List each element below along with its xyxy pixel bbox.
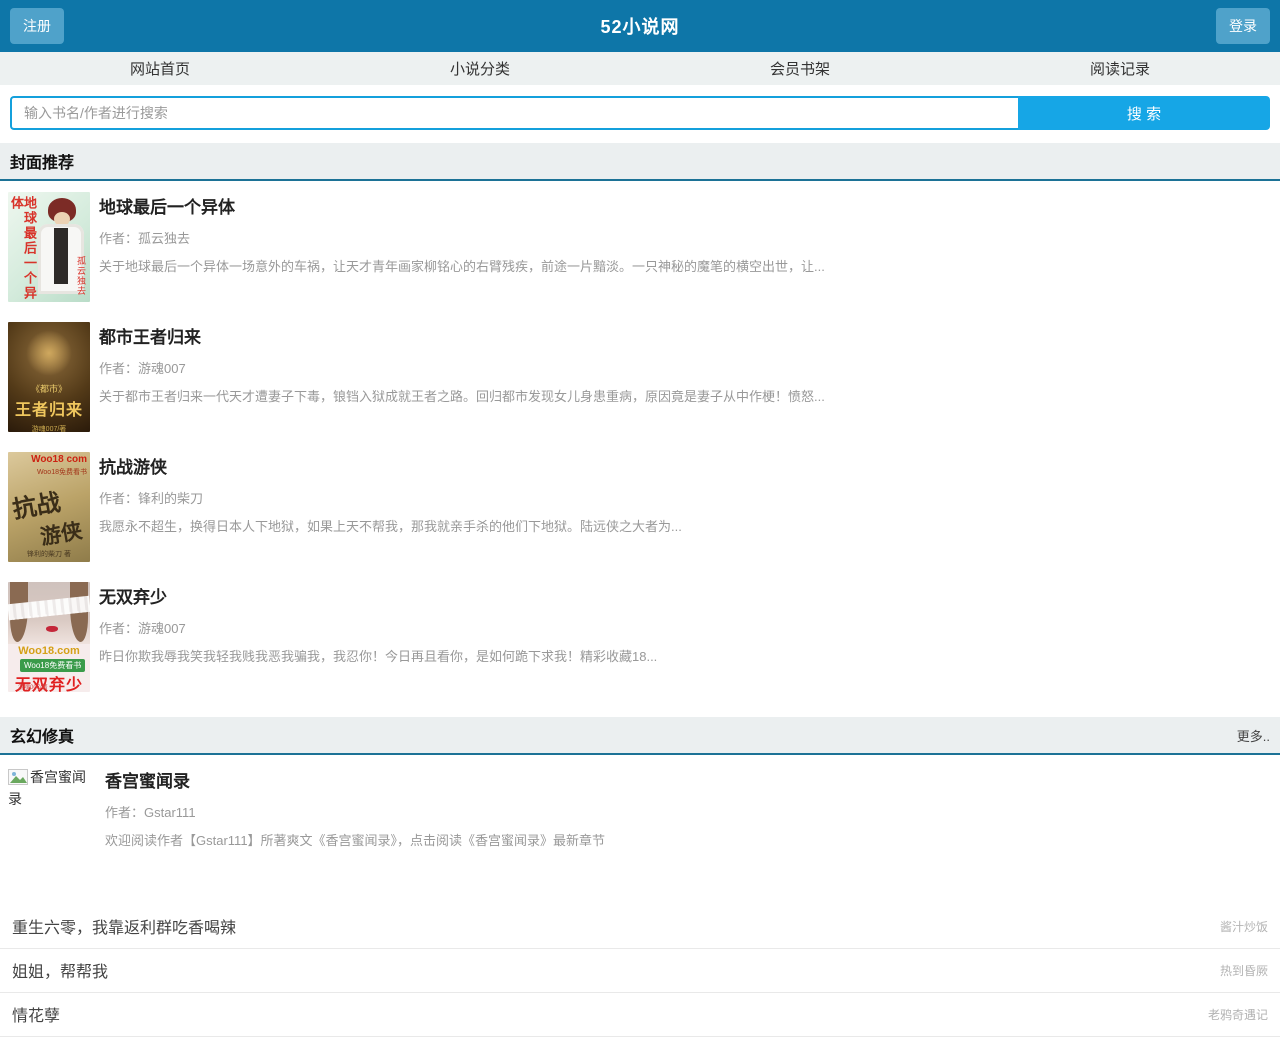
section-title: 封面推荐 [10,149,74,173]
cover-recommend-list: 地球最后一个异体 孤云独去 地球最后一个异体 作者：孤云独去 关于地球最后一个异… [0,181,1280,692]
book-title[interactable]: 地球最后一个异体 [99,193,1270,218]
book-description: 关于地球最后一个异体一场意外的车祸，让天才青年画家柳铭心的右臂残疾，前途一片黯淡… [99,256,1270,275]
book-author: 作者：游魂007 [99,358,1270,377]
book-title[interactable]: 香宫蜜闻录 [105,767,1270,792]
more-link[interactable]: 更多.. [1237,726,1270,745]
search-input[interactable] [10,96,1018,130]
search-button[interactable]: 搜 索 [1018,96,1270,130]
rank-row[interactable]: 姐姐，帮帮我 热到昏厥 [0,949,1280,993]
book-title[interactable]: 无双弃少 [99,583,1270,608]
cover-author-text: 锋利的柴刀 著 [8,549,90,559]
book-info: 地球最后一个异体 作者：孤云独去 关于地球最后一个异体一场意外的车祸，让天才青年… [99,192,1270,302]
cover-title-text: 游侠 [38,515,85,552]
broken-cover-image[interactable]: 香宫蜜闻录 [8,766,96,849]
rank-row[interactable]: 情花孽 老鸦奇遇记 [0,993,1280,1037]
section-header-xuanhuan: 玄幻修真 更多.. [0,717,1280,755]
book-author: 作者：游魂007 [99,618,1270,637]
book-description: 我愿永不超生，换得日本人下地狱，如果上天不帮我，那我就亲手杀的他们下地狱。陆远侠… [99,516,1270,535]
rank-novel-title: 姐姐，帮帮我 [12,958,108,982]
cover-title-text: 地球最后一个异体 [10,196,36,302]
book-cover[interactable]: 《都市》 王者归来 游魂007/著 [8,322,90,432]
cover-series-text: 《都市》 [8,382,90,395]
book-item[interactable]: Woo18.com Woo18免费看书 无双弃少 游魂007/著 无双弃少 作者… [0,582,1280,692]
cover-author-text: 游魂007/著 [8,424,90,432]
rank-novel-title: 重生六零，我靠返利群吃香喝辣 [12,914,236,938]
nav-item-home[interactable]: 网站首页 [0,58,320,79]
book-description: 欢迎阅读作者【Gstar111】所著爽文《香宫蜜闻录》，点击阅读《香宫蜜闻录》最… [105,830,1270,849]
novel-rank-list: 重生六零，我靠返利群吃香喝辣 酱汁炒饭 姐姐，帮帮我 热到昏厥 情花孽 老鸦奇遇… [0,905,1280,1037]
book-author: 作者：锋利的柴刀 [99,488,1270,507]
cover-promo-text: Woo18免费看书 [37,467,87,477]
cover-figure [26,330,72,376]
book-author: 作者：Gstar111 [105,802,1270,821]
broken-image-icon [8,769,28,785]
book-info: 无双弃少 作者：游魂007 昨日你欺我辱我笑我轻我贱我恶我骗我，我忍你！今日再且… [99,582,1270,692]
book-cover[interactable]: Woo18 com Woo18免费看书 抗战 游侠 锋利的柴刀 著 [8,452,90,562]
rank-novel-title: 情花孽 [12,1002,60,1026]
book-description: 关于都市王者归来一代天才遭妻子下毒，锒铛入狱成就王者之路。回归都市发现女儿身患重… [99,386,1270,405]
cover-author-text: 游魂007/著 [18,682,48,691]
book-item[interactable]: 《都市》 王者归来 游魂007/著 都市王者归来 作者：游魂007 关于都市王者… [0,322,1280,432]
book-author: 作者：孤云独去 [99,228,1270,247]
book-cover[interactable]: Woo18.com Woo18免费看书 无双弃少 游魂007/著 [8,582,90,692]
book-item[interactable]: 地球最后一个异体 孤云独去 地球最后一个异体 作者：孤云独去 关于地球最后一个异… [0,192,1280,302]
book-item[interactable]: Woo18 com Woo18免费看书 抗战 游侠 锋利的柴刀 著 抗战游侠 作… [0,452,1280,562]
book-info: 香宫蜜闻录 作者：Gstar111 欢迎阅读作者【Gstar111】所著爽文《香… [105,766,1270,849]
search-bar: 搜 索 [0,85,1280,140]
xuanhuan-list: 香宫蜜闻录 香宫蜜闻录 作者：Gstar111 欢迎阅读作者【Gstar111】… [0,755,1280,849]
main-nav: 网站首页 小说分类 会员书架 阅读记录 [0,52,1280,85]
book-info: 都市王者归来 作者：游魂007 关于都市王者归来一代天才遭妻子下毒，锒铛入狱成就… [99,322,1270,432]
section-title: 玄幻修真 [10,723,74,747]
site-title: 52小说网 [600,13,679,39]
nav-item-bookshelf[interactable]: 会员书架 [640,58,960,79]
book-cover[interactable]: 地球最后一个异体 孤云独去 [8,192,90,302]
login-button[interactable]: 登录 [1216,8,1270,44]
cover-site-text: Woo18.com [8,645,90,657]
book-info: 抗战游侠 作者：锋利的柴刀 我愿永不超生，换得日本人下地狱，如果上天不帮我，那我… [99,452,1270,562]
cover-title-text: 王者归来 [8,396,90,420]
cover-figure [46,626,58,632]
rank-novel-author: 酱汁炒饭 [1220,918,1268,935]
cover-figure [54,228,68,284]
book-title[interactable]: 都市王者归来 [99,323,1270,348]
cover-site-text: Woo18 com [31,454,87,465]
rank-novel-author: 热到昏厥 [1220,962,1268,979]
book-item[interactable]: 香宫蜜闻录 香宫蜜闻录 作者：Gstar111 欢迎阅读作者【Gstar111】… [0,766,1280,849]
section-header-cover-recommend: 封面推荐 [0,143,1280,181]
cover-author-text: 孤云独去 [75,256,88,296]
top-header: 注册 52小说网 登录 [0,0,1280,52]
rank-novel-author: 老鸦奇遇记 [1208,1006,1268,1023]
register-button[interactable]: 注册 [10,8,64,44]
book-description: 昨日你欺我辱我笑我轻我贱我恶我骗我，我忍你！今日再且看你，是如何跪下求我！精彩收… [99,646,1270,665]
rank-row[interactable]: 重生六零，我靠返利群吃香喝辣 酱汁炒饭 [0,905,1280,949]
nav-item-categories[interactable]: 小说分类 [320,58,640,79]
book-title[interactable]: 抗战游侠 [99,453,1270,478]
nav-item-reading-history[interactable]: 阅读记录 [960,58,1280,79]
